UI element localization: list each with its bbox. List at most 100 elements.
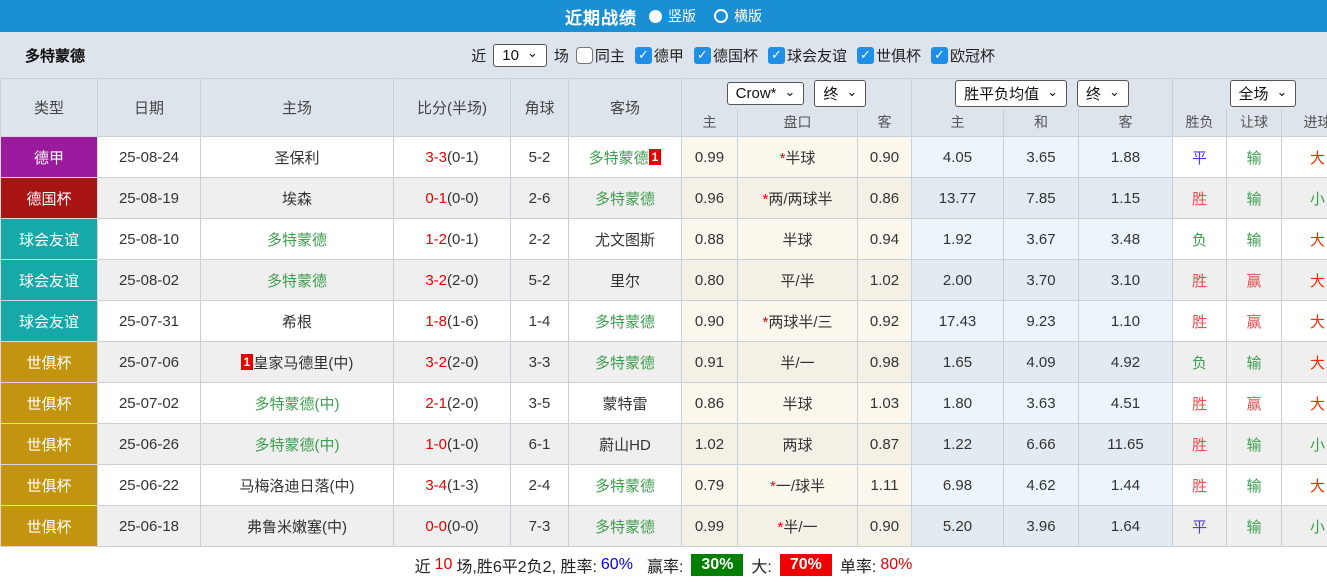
cell-away: 蔚山HD — [569, 424, 682, 465]
cell-home: 弗鲁米嫩塞(中) — [201, 506, 394, 547]
win-pct-label: 赢率: — [647, 553, 683, 577]
cell-league: 世俱杯 — [1, 465, 98, 506]
checkbox-unchecked-icon[interactable] — [576, 47, 593, 64]
record-summary: 场,胜6平2负2, 胜率: — [456, 553, 596, 577]
radio-unselected-icon[interactable] — [714, 9, 728, 23]
europe-odds-select[interactable]: 胜平负均值 ⌄ — [955, 80, 1067, 107]
checkbox-checked-icon[interactable]: ✓ — [635, 47, 652, 64]
cell-away: 多特蒙德 — [569, 506, 682, 547]
checkbox-checked-icon[interactable]: ✓ — [768, 47, 785, 64]
radio-vertical-label: 竖版 — [668, 6, 696, 26]
league-filter-1: ✓德甲 — [635, 45, 684, 66]
checkbox-checked-icon[interactable]: ✓ — [694, 47, 711, 64]
cell-goals: 小 — [1282, 178, 1327, 219]
fulltime-score: 2-1 — [425, 395, 447, 412]
cell-league: 球会友谊 — [1, 260, 98, 301]
cell-home: 多特蒙德(中) — [201, 424, 394, 465]
league-checkbox-row: 同主✓德甲✓德国杯✓球会友谊✓世俱杯✓欧冠杯 — [576, 45, 995, 66]
cell-corner: 5-2 — [511, 260, 569, 301]
cell-score: 3-2(2-0) — [394, 260, 511, 301]
cell-asia-home: 0.91 — [682, 342, 738, 383]
chevron-down-icon: ⌄ — [1047, 87, 1058, 97]
fulltime-score: 1-2 — [425, 231, 447, 248]
match-count-value: 10 — [502, 47, 519, 64]
cell-corner: 3-5 — [511, 383, 569, 424]
table-row: 世俱杯25-06-26多特蒙德(中)1-0(1-0)6-1蔚山HD1.02两球0… — [1, 424, 1327, 465]
handicap-star: * — [770, 478, 776, 495]
col-header-eu-home: 主 — [912, 109, 1004, 137]
bookmaker-select[interactable]: Crow* ⌄ — [727, 82, 805, 105]
cell-corner: 2-2 — [511, 219, 569, 260]
results-table-wrap: 类型 日期 主场 比分(半场) 角球 客场 Crow* ⌄ 终 ⌄ — [0, 78, 1327, 547]
col-header-type: 类型 — [1, 79, 98, 137]
halftime-score: (0-1) — [447, 149, 479, 166]
cell-score: 3-4(1-3) — [394, 465, 511, 506]
fulltime-score: 3-2 — [425, 354, 447, 371]
fulltime-score: 3-2 — [425, 272, 447, 289]
bookmaker-time-select[interactable]: 终 ⌄ — [814, 80, 866, 107]
cell-away: 多特蒙德 — [569, 301, 682, 342]
cell-home: 多特蒙德 — [201, 260, 394, 301]
team-name-text: 里尔 — [610, 273, 640, 290]
halftime-score: (0-0) — [447, 190, 479, 207]
win-pct-badge: 30% — [691, 554, 743, 576]
europe-time-select[interactable]: 终 ⌄ — [1077, 80, 1129, 107]
filter-controls: 近 10 ⌄ 场 同主✓德甲✓德国杯✓球会友谊✓世俱杯✓欧冠杯 — [471, 44, 995, 67]
cell-result: 平 — [1173, 137, 1227, 178]
cell-eu-home: 1.22 — [912, 424, 1004, 465]
table-row: 世俱杯25-06-22马梅洛迪日落(中)3-4(1-3)2-4多特蒙德0.79*… — [1, 465, 1327, 506]
match-count-select[interactable]: 10 ⌄ — [493, 44, 547, 67]
near-label: 近 — [415, 553, 431, 577]
cell-handicap: 半球 — [738, 383, 858, 424]
cell-result: 平 — [1173, 506, 1227, 547]
top-title-bar: 近期战绩 竖版 横版 — [0, 0, 1327, 32]
cell-handicap-result: 输 — [1227, 424, 1282, 465]
match-count: 10 — [435, 556, 453, 574]
halftime-score: (2-0) — [447, 354, 479, 371]
cell-league: 世俱杯 — [1, 383, 98, 424]
cell-goals: 大 — [1282, 342, 1327, 383]
chevron-down-icon: ⌄ — [846, 87, 857, 97]
team-name-text: 多特蒙德 — [595, 355, 655, 372]
cell-score: 3-2(2-0) — [394, 342, 511, 383]
cell-home: 马梅洛迪日落(中) — [201, 465, 394, 506]
radio-horizontal-label: 横版 — [734, 6, 762, 26]
team-name-text: 多特蒙德 — [589, 150, 649, 167]
cell-eu-away: 1.15 — [1079, 178, 1173, 219]
scope-select[interactable]: 全场 ⌄ — [1230, 80, 1297, 107]
halftime-score: (2-0) — [447, 395, 479, 412]
cell-corner: 5-2 — [511, 137, 569, 178]
single-label: 单率: — [840, 553, 876, 577]
team-name-text: 多特蒙德 — [595, 191, 655, 208]
cell-asia-home: 0.96 — [682, 178, 738, 219]
team-name-text: 多特蒙德(中) — [255, 437, 340, 454]
radio-horizontal-layout[interactable]: 横版 — [714, 6, 762, 26]
cell-goals: 大 — [1282, 137, 1327, 178]
cell-eu-home: 2.00 — [912, 260, 1004, 301]
cell-eu-draw: 3.70 — [1004, 260, 1079, 301]
chevron-down-icon: ⌄ — [527, 48, 538, 58]
cell-away: 多特蒙德1 — [569, 137, 682, 178]
cell-asia-away: 0.90 — [858, 137, 912, 178]
radio-vertical-layout[interactable]: 竖版 — [649, 6, 696, 26]
cell-goals: 小 — [1282, 424, 1327, 465]
cell-score: 1-2(0-1) — [394, 219, 511, 260]
cell-asia-home: 0.99 — [682, 137, 738, 178]
chevron-down-icon: ⌄ — [1109, 87, 1120, 97]
checkbox-label: 球会友谊 — [787, 45, 847, 66]
cell-home: 希根 — [201, 301, 394, 342]
radio-selected-icon[interactable] — [649, 10, 662, 23]
cell-handicap: 半球 — [738, 219, 858, 260]
checkbox-label: 德甲 — [654, 45, 684, 66]
cell-handicap-result: 输 — [1227, 137, 1282, 178]
results-table: 类型 日期 主场 比分(半场) 角球 客场 Crow* ⌄ 终 ⌄ — [0, 78, 1327, 547]
checkbox-checked-icon[interactable]: ✓ — [931, 47, 948, 64]
cell-result: 负 — [1173, 342, 1227, 383]
fulltime-score: 0-0 — [425, 518, 447, 535]
checkbox-checked-icon[interactable]: ✓ — [857, 47, 874, 64]
cell-eu-away: 4.92 — [1079, 342, 1173, 383]
cell-league: 世俱杯 — [1, 424, 98, 465]
col-header-handicap-result: 让球 — [1227, 109, 1282, 137]
col-header-eu-away: 客 — [1079, 109, 1173, 137]
cell-corner: 7-3 — [511, 506, 569, 547]
